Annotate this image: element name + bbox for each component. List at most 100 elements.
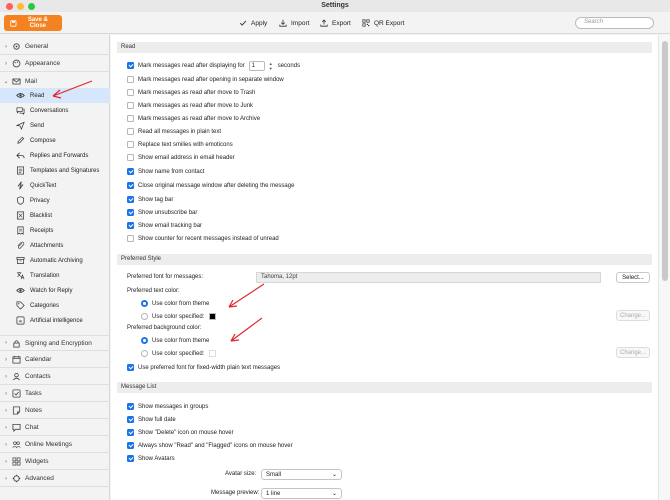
search-input[interactable]: Search [575,17,654,29]
qr-export-button[interactable]: QR Export [362,17,404,29]
checkbox[interactable] [127,182,134,189]
message-list-option[interactable]: Always show "Read" and "Flagged" icons o… [127,440,293,451]
text-color-swatch[interactable] [209,313,217,320]
checkbox[interactable] [127,76,134,83]
text-color-use-theme[interactable]: Use color from theme [141,298,209,309]
import-button[interactable]: Import [279,17,309,29]
seconds-input[interactable]: 1 [248,60,265,71]
sidebar-group-widgets[interactable]: › Widgets [0,454,110,470]
background-color-swatch[interactable] [209,350,217,357]
checkbox[interactable] [127,196,134,203]
sidebar-group-notes[interactable]: › Notes [0,403,110,419]
read-option[interactable]: Mark messages read after opening in sepa… [127,74,284,85]
read-option[interactable]: Show unsubscribe bar [127,207,197,218]
radio[interactable] [141,313,148,320]
sidebar-item-receipts[interactable]: Receipts [0,223,110,238]
sidebar-item-privacy[interactable]: Privacy [0,193,110,208]
bg-color-use-specified[interactable]: Use color specified: [141,348,217,359]
sidebar-item-blacklist[interactable]: Blacklist [0,208,110,223]
sidebar-item-read[interactable]: Read [0,88,110,103]
sidebar-item-send[interactable]: Send [0,118,110,133]
save-close-button[interactable]: Save & Close [4,15,62,31]
radio[interactable] [141,350,148,357]
select-font-button[interactable]: Select... [616,272,650,283]
read-option[interactable]: Mark messages as read after move to Junk [127,100,253,111]
sidebar-group-general[interactable]: › General [0,39,110,55]
checkbox[interactable] [127,141,134,148]
read-option-mark-after-seconds[interactable]: Mark messages read after displaying for … [127,60,300,71]
checkbox[interactable] [127,154,134,161]
avatar-size-select[interactable]: Small ⌄ [261,469,342,480]
read-option[interactable]: Show counter for recent messages instead… [127,233,279,244]
read-option[interactable]: Replace text smilies with emoticons [127,139,233,150]
message-preview-select[interactable]: 1 line ⌄ [261,488,342,499]
option-label: Mark messages as read after move to Tras… [138,89,256,96]
checkbox[interactable] [127,168,134,175]
checkbox[interactable] [127,62,134,69]
sidebar-item-categories[interactable]: Categories [0,298,110,313]
seconds-stepper[interactable]: ▲ ▼ [268,61,274,71]
checkbox[interactable] [127,429,134,436]
read-option[interactable]: Mark messages as read after move to Tras… [127,87,255,98]
sidebar-item-automatic-archiving[interactable]: Automatic Archiving [0,253,110,268]
checkbox[interactable] [127,416,134,423]
read-option[interactable]: Close original message window after dele… [127,180,294,191]
checkbox[interactable] [127,364,134,371]
sidebar-group-online-meetings[interactable]: › Online Meetings [0,437,110,453]
read-option[interactable]: Mark messages as read after move to Arch… [127,113,260,124]
sidebar-group-tasks[interactable]: › Tasks [0,386,110,402]
checkbox[interactable] [127,209,134,216]
export-button[interactable]: Export [320,17,351,29]
option-label: Show tag bar [138,196,174,203]
checkbox[interactable] [127,102,134,109]
sidebar-item-conversations[interactable]: Conversations [0,103,110,118]
sidebar-group-chat[interactable]: › Chat [0,420,110,436]
read-option[interactable]: Show name from contact [127,166,204,177]
read-option[interactable]: Show email tracking bar [127,220,202,231]
checkbox[interactable] [127,403,134,410]
sidebar-group-advanced[interactable]: › Advanced [0,471,110,487]
sidebar-item-artificial-intelligence[interactable]: AI Artificial intelligence [0,313,110,328]
apply-button[interactable]: Apply [239,17,267,29]
checkbox[interactable] [127,455,134,462]
checkbox[interactable] [127,442,134,449]
sidebar-item-translation[interactable]: Translation [0,268,110,283]
checkbox[interactable] [127,115,134,122]
checkbox[interactable] [127,89,134,96]
checkbox[interactable] [127,222,134,229]
sidebar-item-quicktext[interactable]: QuickText [0,178,110,193]
message-list-option[interactable]: Show full date [127,414,176,425]
vertical-scrollbar[interactable] [658,35,670,500]
message-list-option[interactable]: Show messages in groups [127,401,208,412]
message-list-option[interactable]: Show Avatars [127,453,175,464]
read-option[interactable]: Show tag bar [127,194,173,205]
fixed-width-font-option[interactable]: Use preferred font for fixed-width plain… [127,362,280,373]
sidebar-item-compose[interactable]: Compose [0,133,110,148]
stepper-down-icon[interactable]: ▼ [268,66,274,71]
bg-color-use-theme[interactable]: Use color from theme [141,335,209,346]
scrollbar-thumb[interactable] [662,41,668,281]
option-label: Show "Delete" icon on mouse hover [138,429,234,436]
background-color-label: Preferred background color: [127,325,202,331]
change-text-color-button[interactable]: Change... [616,310,650,321]
sidebar-item-attachments[interactable]: Attachments [0,238,110,253]
sidebar-item-templates-signatures[interactable]: Templates and Signatures [0,163,110,178]
message-list-option[interactable]: Show "Delete" icon on mouse hover [127,427,234,438]
checkbox[interactable] [127,235,134,242]
conversation-icon [16,106,25,115]
radio[interactable] [141,300,148,307]
sidebar-group-contacts[interactable]: › Contacts [0,369,110,385]
checkbox[interactable] [127,128,134,135]
checkmark-icon [239,20,247,26]
sidebar-group-signing-encryption[interactable]: › Signing and Encryption [0,335,110,351]
change-background-color-button[interactable]: Change... [616,347,650,358]
sidebar-group-calendar[interactable]: › Calendar [0,352,110,368]
sidebar-item-watch-for-reply[interactable]: Watch for Reply [0,283,110,298]
sidebar-group-appearance[interactable]: › Appearance [0,56,110,72]
read-option[interactable]: Show email address in email header [127,152,235,163]
read-option[interactable]: Read all messages in plain text [127,126,221,137]
radio[interactable] [141,337,148,344]
sidebar-item-replies-forwards[interactable]: Replies and Forwards [0,148,110,163]
sidebar-group-mail[interactable]: ⌄ Mail [0,73,110,89]
text-color-use-specified[interactable]: Use color specified: [141,311,217,322]
